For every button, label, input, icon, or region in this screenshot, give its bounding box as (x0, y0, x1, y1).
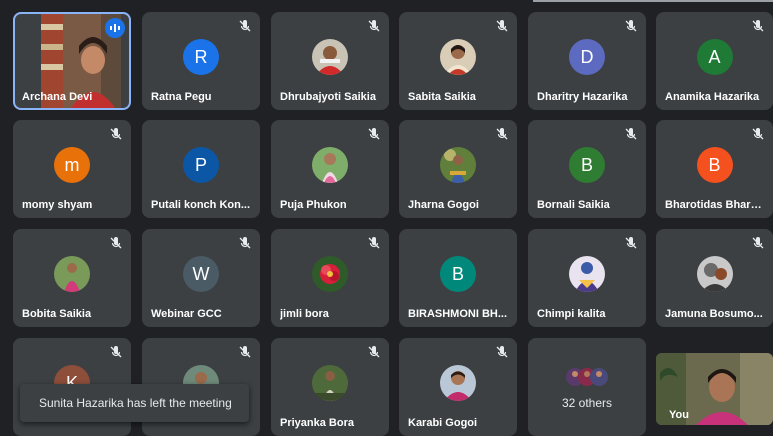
participant-name: Ratna Pegu (151, 91, 212, 103)
participant-name: Dhrubajyoti Saikia (280, 91, 376, 103)
participant-name: Bobita Saikia (22, 308, 92, 320)
participant-tile-21[interactable]: Priyanka Bora (271, 338, 389, 436)
mic-muted-icon (368, 346, 380, 358)
participant-tile-14[interactable]: W Webinar GCC (142, 229, 260, 327)
participant-name: BIRASHMONI BH... (408, 308, 507, 320)
mic-muted-icon (752, 20, 764, 32)
top-edge-line (533, 0, 773, 2)
participant-tile-11[interactable]: B Bornali Saikia (528, 120, 646, 218)
avatar: R (183, 39, 219, 75)
mic-muted-icon (239, 346, 251, 358)
mic-muted-icon (625, 20, 637, 32)
mic-muted-icon (368, 20, 380, 32)
avatar: B (696, 147, 733, 183)
participant-tile-5[interactable]: D Dharitry Hazarika (528, 12, 646, 110)
participant-tile-1[interactable]: Archana Devi (13, 12, 131, 110)
participant-tile-9[interactable]: Puja Phukon (271, 120, 389, 218)
participant-name: Webinar GCC (151, 308, 222, 320)
avatar: A (696, 39, 733, 75)
participant-tile-8[interactable]: P Putali konch Kon... (142, 120, 260, 218)
participant-tile-15[interactable]: jimli bora (271, 229, 389, 327)
mic-muted-icon (239, 20, 251, 32)
participant-tile-3[interactable]: Dhrubajyoti Saikia (271, 12, 389, 110)
mic-muted-icon (110, 128, 122, 140)
mic-muted-icon (752, 237, 764, 249)
participant-tile-22[interactable]: Karabi Gogoi (399, 338, 517, 436)
avatar: m (54, 147, 90, 183)
others-avatars-group (566, 368, 608, 386)
avatar-photo (440, 147, 476, 183)
mic-muted-icon (239, 237, 251, 249)
avatar: W (183, 256, 219, 292)
participant-tile-12[interactable]: B Bharotidas Bharo... (656, 120, 773, 218)
participant-tile-4[interactable]: Sabita Saikia (399, 12, 517, 110)
participant-name: Bornali Saikia (537, 199, 610, 211)
participant-tile-2[interactable]: R Ratna Pegu (142, 12, 260, 110)
participant-tile-17[interactable]: Chimpi kalita (528, 229, 646, 327)
avatar-photo (312, 39, 348, 75)
participant-name: Anamika Hazarika (665, 91, 760, 103)
avatar-photo (696, 256, 733, 292)
avatar-photo (312, 147, 348, 183)
speaking-indicator-icon (105, 18, 125, 38)
avatar-photo (440, 365, 476, 401)
avatar: B (440, 256, 476, 292)
participant-name: Chimpi kalita (537, 308, 606, 320)
participant-tile-7[interactable]: m momy shyam (13, 120, 131, 218)
others-tile[interactable]: 32 others (528, 338, 646, 436)
avatar-photo (312, 256, 348, 292)
self-view[interactable]: You (656, 353, 773, 425)
mic-muted-icon (368, 237, 380, 249)
participant-name: momy shyam (22, 199, 93, 211)
participant-tile-13[interactable]: Bobita Saikia (13, 229, 131, 327)
notification-toast: Sunita Hazarika has left the meeting (20, 384, 249, 422)
avatar: B (569, 147, 605, 183)
participant-name: Sabita Saikia (408, 91, 476, 103)
avatar-photo (569, 256, 605, 292)
participant-name: Jharna Gogoi (408, 199, 479, 211)
participant-tile-6[interactable]: A Anamika Hazarika (656, 12, 773, 110)
participant-name: Jamuna Bosumo... (665, 308, 763, 320)
participant-name: Dharitry Hazarika (537, 91, 628, 103)
participant-name: Priyanka Bora (280, 417, 354, 429)
mic-muted-icon (496, 128, 508, 140)
participant-tile-18[interactable]: Jamuna Bosumo... (656, 229, 773, 327)
self-label: You (669, 409, 689, 421)
participant-name: Bharotidas Bharo... (665, 199, 765, 211)
avatar: D (569, 39, 605, 75)
mic-muted-icon (496, 346, 508, 358)
mic-muted-icon (625, 237, 637, 249)
participant-tile-16[interactable]: B BIRASHMONI BH... (399, 229, 517, 327)
mic-muted-icon (625, 128, 637, 140)
avatar-photo (440, 39, 476, 75)
mic-muted-icon (752, 128, 764, 140)
participant-name: Archana Devi (22, 91, 93, 103)
mic-muted-icon (496, 20, 508, 32)
mic-muted-icon (110, 346, 122, 358)
avatar: P (183, 147, 219, 183)
participant-name: Puja Phukon (280, 199, 347, 211)
avatar-photo (312, 365, 348, 401)
mic-muted-icon (110, 237, 122, 249)
participant-name: Putali konch Kon... (151, 199, 251, 211)
mic-muted-icon (368, 128, 380, 140)
others-count: 32 others (561, 396, 613, 410)
participant-tile-10[interactable]: Jharna Gogoi (399, 120, 517, 218)
participant-name: Karabi Gogoi (408, 417, 478, 429)
avatar-photo (54, 256, 90, 292)
participant-name: jimli bora (280, 308, 329, 320)
